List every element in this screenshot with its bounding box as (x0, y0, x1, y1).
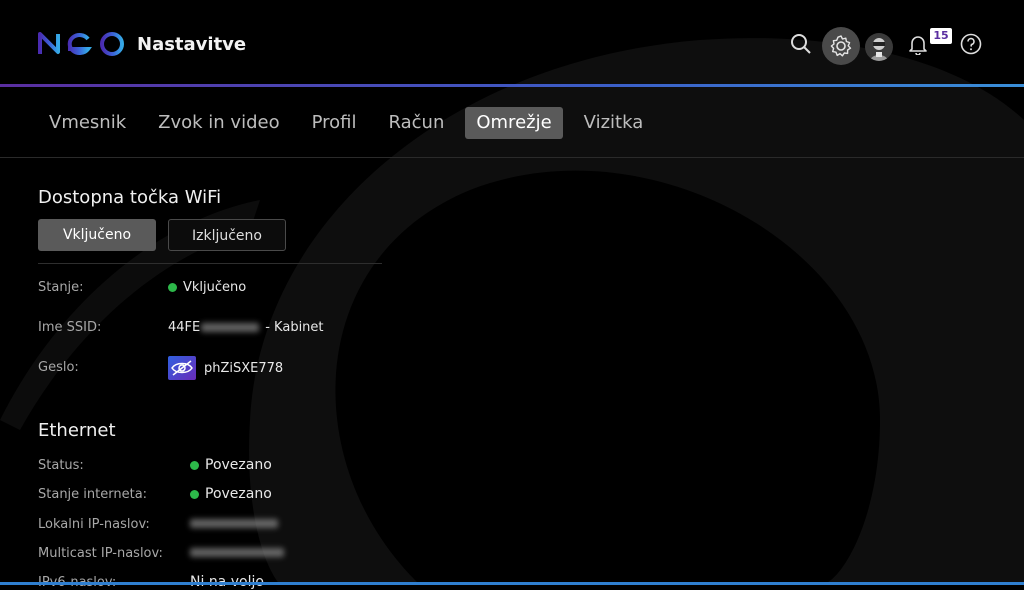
tab-omrezje[interactable]: Omrežje (465, 107, 563, 139)
notification-count-badge: 15 (930, 28, 952, 44)
wifi-section-title: Dostopna točka WiFi (38, 187, 222, 208)
multicast-ip-value (190, 548, 284, 557)
ssid-suffix: - Kabinet (265, 320, 324, 335)
wifi-on-button[interactable]: Vključeno (38, 219, 156, 251)
internet-state-value: Povezano (190, 486, 272, 502)
wifi-state-label: Stanje: (38, 280, 84, 295)
multicast-ip-redacted (190, 548, 284, 557)
password-text: phZiSXE778 (204, 360, 284, 376)
ethernet-section-title: Ethernet (38, 420, 116, 441)
user-avatar-icon (870, 38, 888, 61)
help-button[interactable] (957, 30, 985, 58)
avatar[interactable] (865, 33, 893, 61)
background-decoration (0, 38, 1024, 585)
local-ip-redacted (190, 519, 278, 528)
wifi-off-button[interactable]: Izključeno (168, 219, 286, 251)
tab-profil[interactable]: Profil (301, 107, 368, 139)
status-dot-icon (190, 489, 199, 499)
eth-status-text: Povezano (205, 457, 272, 473)
local-ip-label: Lokalni IP-naslov: (38, 517, 150, 532)
password-value: phZiSXE778 (168, 356, 283, 380)
multicast-ip-label: Multicast IP-naslov: (38, 546, 163, 561)
tab-zvok-in-video[interactable]: Zvok in video (147, 107, 290, 139)
ssid-value: 44FE - Kabinet (168, 320, 324, 335)
eth-status-value: Povezano (190, 457, 272, 473)
app-header: Nastavitve 15 (0, 0, 1024, 87)
settings-tabs: Vmesnik Zvok in video Profil Račun Omrež… (38, 107, 664, 139)
bell-icon (909, 36, 927, 55)
wifi-state-value: Vključeno (168, 280, 246, 295)
status-dot-icon (190, 460, 199, 470)
local-ip-value (190, 519, 278, 528)
password-label: Geslo: (38, 360, 79, 375)
eye-slash-icon (171, 360, 193, 376)
eth-status-label: Status: (38, 458, 84, 473)
tab-vmesnik[interactable]: Vmesnik (38, 107, 137, 139)
help-icon (960, 33, 982, 55)
toggle-password-visibility-button[interactable] (168, 356, 196, 380)
header-accent-line (0, 84, 1024, 87)
tab-racun[interactable]: Račun (378, 107, 456, 139)
tab-vizitka[interactable]: Vizitka (573, 107, 655, 139)
page-title: Nastavitve (137, 34, 247, 55)
notifications-button[interactable] (904, 30, 932, 58)
wifi-divider (38, 263, 382, 264)
internet-state-text: Povezano (205, 486, 272, 502)
neo-logo[interactable] (38, 30, 128, 58)
ssid-label: Ime SSID: (38, 320, 102, 335)
ssid-prefix: 44FE (168, 320, 201, 335)
settings-button[interactable] (822, 27, 860, 65)
status-dot-icon (168, 283, 177, 292)
tabs-divider (0, 157, 1024, 158)
ssid-redacted (201, 323, 260, 332)
internet-state-label: Stanje interneta: (38, 487, 148, 502)
search-icon (791, 34, 811, 54)
gear-icon (830, 35, 852, 57)
search-button[interactable] (787, 30, 815, 58)
wifi-state-text: Vključeno (183, 280, 247, 295)
